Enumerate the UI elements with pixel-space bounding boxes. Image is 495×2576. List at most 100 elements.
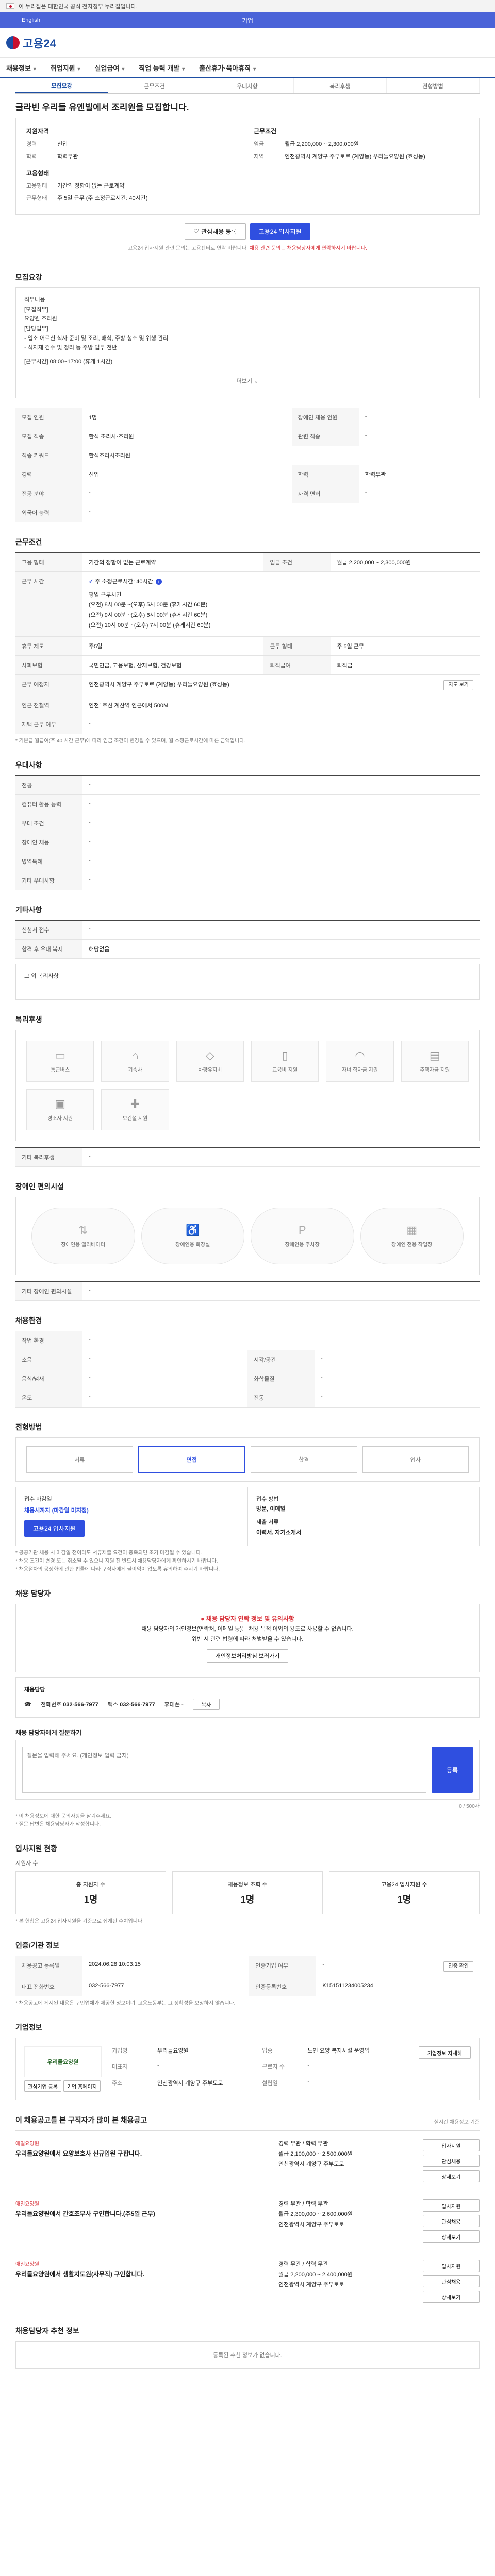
gnb-item[interactable]: 채용정보 ▼ <box>6 63 37 73</box>
tab-welfare[interactable]: 복리후생 <box>294 78 387 93</box>
recommend-subtitle: 실시간 채용정보 기준 <box>434 2120 480 2126</box>
gov-banner-text: 이 누리집은 대한민국 공식 전자정부 누리집입니다. <box>19 3 138 10</box>
gnb-item[interactable]: 직업 능력 개발 ▼ <box>139 63 186 73</box>
section-title: 근무조건 <box>15 537 42 546</box>
company-homepage-button[interactable]: 기업 홈페이지 <box>63 2080 101 2092</box>
elevator-icon: ⇅ <box>78 1224 88 1237</box>
check-icon: ✓ <box>89 578 94 585</box>
top-strip: English 기업 <box>0 12 495 28</box>
gnb-item[interactable]: 실업급여 ▼ <box>95 63 126 73</box>
top-strip-center[interactable]: 기업 <box>62 16 433 25</box>
section-title: 이 채용공고를 본 구직자가 많이 본 채용공고 <box>15 2116 147 2125</box>
company-detail-button[interactable]: 기업정보 자세히 <box>418 2046 471 2059</box>
follow-company-button[interactable]: 관심기업 등록 <box>24 2080 61 2092</box>
section-title: 채용담당자 추천 정보 <box>15 2327 79 2335</box>
section-title: 입사지원 현황 <box>15 1844 58 1853</box>
summary-value: 월급 2,200,000 ~ 2,300,000원 <box>285 141 359 147</box>
apply-method-label: 접수 방법 <box>256 1496 279 1502</box>
environment-table: 작업 환경 - 소음 - 시각/공간 - 음식/냄새 - 화학물질 - 온도 - 진동 - <box>15 1330 480 1408</box>
stats-note: * 본 현황은 고용24 입사지원을 기준으로 집계된 수치입니다. <box>15 1919 144 1925</box>
book-icon: ▯ <box>282 1049 288 1062</box>
accessibility-item: P 장애인용 주차장 <box>251 1207 354 1264</box>
rec-scrap-button[interactable]: 관심채용 <box>423 2155 480 2167</box>
preference-table: 전공 - 컴퓨터 활용 능력 - 우대 조건 - 장애인 채용 - 병역특례 - 기타 우… <box>15 775 480 890</box>
recommend-item[interactable]: 애일요양원 우리들요양원에서 생활지도원(사무직) 구인합니다. 경력 무관 / … <box>15 2251 480 2311</box>
section-title: 전형방법 <box>15 1422 42 1431</box>
apply-info: 접수 마감일 채용시까지 (마감일 미지정) 고용24 입사지원 접수 방법 방… <box>15 1486 480 1546</box>
apply-button[interactable]: 고용24 입사지원 <box>250 223 310 240</box>
tab-recruit[interactable]: 모집요강 <box>15 78 108 93</box>
recommend-list: 애일요양원 우리들요양원에서 요양보호사 신규입원 구합니다. 경력 무관 / 학… <box>15 2130 480 2311</box>
gnb-item[interactable]: 취업지원 ▼ <box>51 63 81 73</box>
bus-icon: ▭ <box>55 1049 66 1062</box>
chevron-down-icon: ▼ <box>181 66 186 72</box>
summary-key: 학력 <box>26 154 37 160</box>
chevron-down-icon: ▼ <box>121 66 126 72</box>
chevron-down-icon: ▼ <box>252 66 257 72</box>
chevron-down-icon: ⌄ <box>254 378 259 384</box>
info-icon: i <box>155 578 162 585</box>
etc-table: 신청서 접수 - 합격 후 우대 복지 해당없음 <box>15 920 480 959</box>
scrap-button[interactable]: ♡ 관심채용 등록 <box>185 223 246 240</box>
summary-value: 학력무관 <box>57 154 78 160</box>
summary-key: 근무형태 <box>26 195 47 201</box>
tab-conditions[interactable]: 근무조건 <box>108 78 201 93</box>
rec-scrap-button[interactable]: 관심채용 <box>423 2275 480 2288</box>
company-info: 기업명 우리들요양원 업종 노인 요양 복지시설 운영업 대표자 - 근로자 수- 주소 인… <box>112 2048 370 2087</box>
site-logo[interactable]: 고용24 <box>6 35 56 51</box>
rec-apply-button[interactable]: 입사지원 <box>423 2139 480 2152</box>
contact-card: 채용담당 ☎ 전화번호 032-566-7977 팩스 032-566-7977… <box>15 1677 480 1718</box>
privacy-policy-button[interactable]: 개인정보처리방침 보러가기 <box>206 1649 289 1663</box>
stat-card: 총 지원자 수 1명 <box>15 1871 166 1915</box>
gnb-item[interactable]: 출산휴가·육아휴직 ▼ <box>199 63 257 73</box>
job-description: 직무내용 [모집직무] 요양원 조리원 [담당업무] - 입소 어르신 식사 준비 및 … <box>15 287 480 398</box>
rec-apply-button[interactable]: 입사지원 <box>423 2199 480 2212</box>
more-button[interactable]: 더보기 ⌄ <box>24 371 471 391</box>
map-button[interactable]: 지도 보기 <box>443 680 473 690</box>
rec-scrap-button[interactable]: 관심채용 <box>423 2215 480 2228</box>
rec-apply-button[interactable]: 입사지원 <box>423 2260 480 2273</box>
cert-check-button[interactable]: 인증 확인 <box>443 1961 473 1972</box>
chevron-down-icon: ▼ <box>32 66 37 72</box>
conditions-note: * 기본급 월급여(주 40 시간 근무)에 따라 임금 조건이 변경될 수 있… <box>15 738 246 744</box>
apply-method-value: 방문, 이메일 <box>256 1506 286 1513</box>
car-icon: ◇ <box>205 1049 214 1062</box>
job-title: 글라빈 우리들 유엔빌에서 조리원을 모집합니다. <box>15 103 189 112</box>
medical-icon: ✚ <box>130 1097 140 1111</box>
rec-detail-button[interactable]: 상세보기 <box>423 2230 480 2243</box>
welfare-item: ▯ 교육비 지원 <box>251 1040 319 1082</box>
summary-key: 고용형태 <box>26 183 47 189</box>
tab-preferences[interactable]: 우대사항 <box>201 78 294 93</box>
recommend-item[interactable]: 애일요양원 우리들요양원에서 요양보호사 신규입원 구합니다. 경력 무관 / 학… <box>15 2130 480 2191</box>
recommend-item[interactable]: 애일요양원 우리들요양원에서 간호조무사 구인합니다.(주5일 근무) 경력 무관… <box>15 2191 480 2251</box>
qa-input[interactable] <box>22 1747 426 1793</box>
copy-button[interactable]: 복사 <box>192 1699 220 1710</box>
process-steps: 서류 면접 합격 입사 <box>15 1437 480 1482</box>
language-link[interactable]: English <box>0 17 62 23</box>
rec-detail-button[interactable]: 상세보기 <box>423 2170 480 2183</box>
summary-head: 근무조건 <box>254 128 277 135</box>
step-item: 입사 <box>362 1446 469 1473</box>
contact-notice: ● 채용 담당자 연락 정보 및 유의사항 채용 담당자의 개인정보(연락처, … <box>15 1603 480 1673</box>
rec-detail-button[interactable]: 상세보기 <box>423 2291 480 2303</box>
section-title: 기타사항 <box>15 905 42 914</box>
section-title: 우대사항 <box>15 760 42 769</box>
tab-process[interactable]: 전형방법 <box>387 78 480 93</box>
accessibility-item: ♿ 장애인용 화장실 <box>141 1207 244 1264</box>
global-nav: 채용정보 ▼ 취업지원 ▼ 실업급여 ▼ 직업 능력 개발 ▼ 출산휴가·육아휴직 ▼ <box>0 58 495 78</box>
cap-icon: ◠ <box>355 1049 365 1062</box>
apply-deadline-label: 접수 마감일 <box>24 1496 52 1502</box>
welfare-item: ▤ 주택자금 지원 <box>401 1040 469 1082</box>
summary-key: 경력 <box>26 141 37 147</box>
apply-button-secondary[interactable]: 고용24 입사지원 <box>24 1520 85 1537</box>
welfare-item: ▣ 경조사 지원 <box>26 1089 94 1130</box>
conditions-table: 고용 형태 기간의 정함이 없는 근로계약 임금 조건 월급 2,200,000 ~ … <box>15 552 480 734</box>
recruit-table: 모집 인원 1명 장애인 채용 인원 - 모집 직종 한식 조리사·조리원 관련 직종 - … <box>15 407 480 522</box>
chevron-down-icon: ▼ <box>76 66 81 72</box>
qa-submit-button[interactable]: 등록 <box>432 1747 473 1793</box>
section-title: 채용 담당자 <box>15 1589 51 1598</box>
house-icon: ⌂ <box>131 1049 139 1062</box>
qa-footnotes: * 이 채용정보에 대한 문의사항을 남겨주세요. * 질문 답변은 채용담당자가… <box>15 1814 112 1828</box>
restroom-icon: ♿ <box>186 1224 200 1237</box>
site-header: 고용24 <box>0 28 495 58</box>
